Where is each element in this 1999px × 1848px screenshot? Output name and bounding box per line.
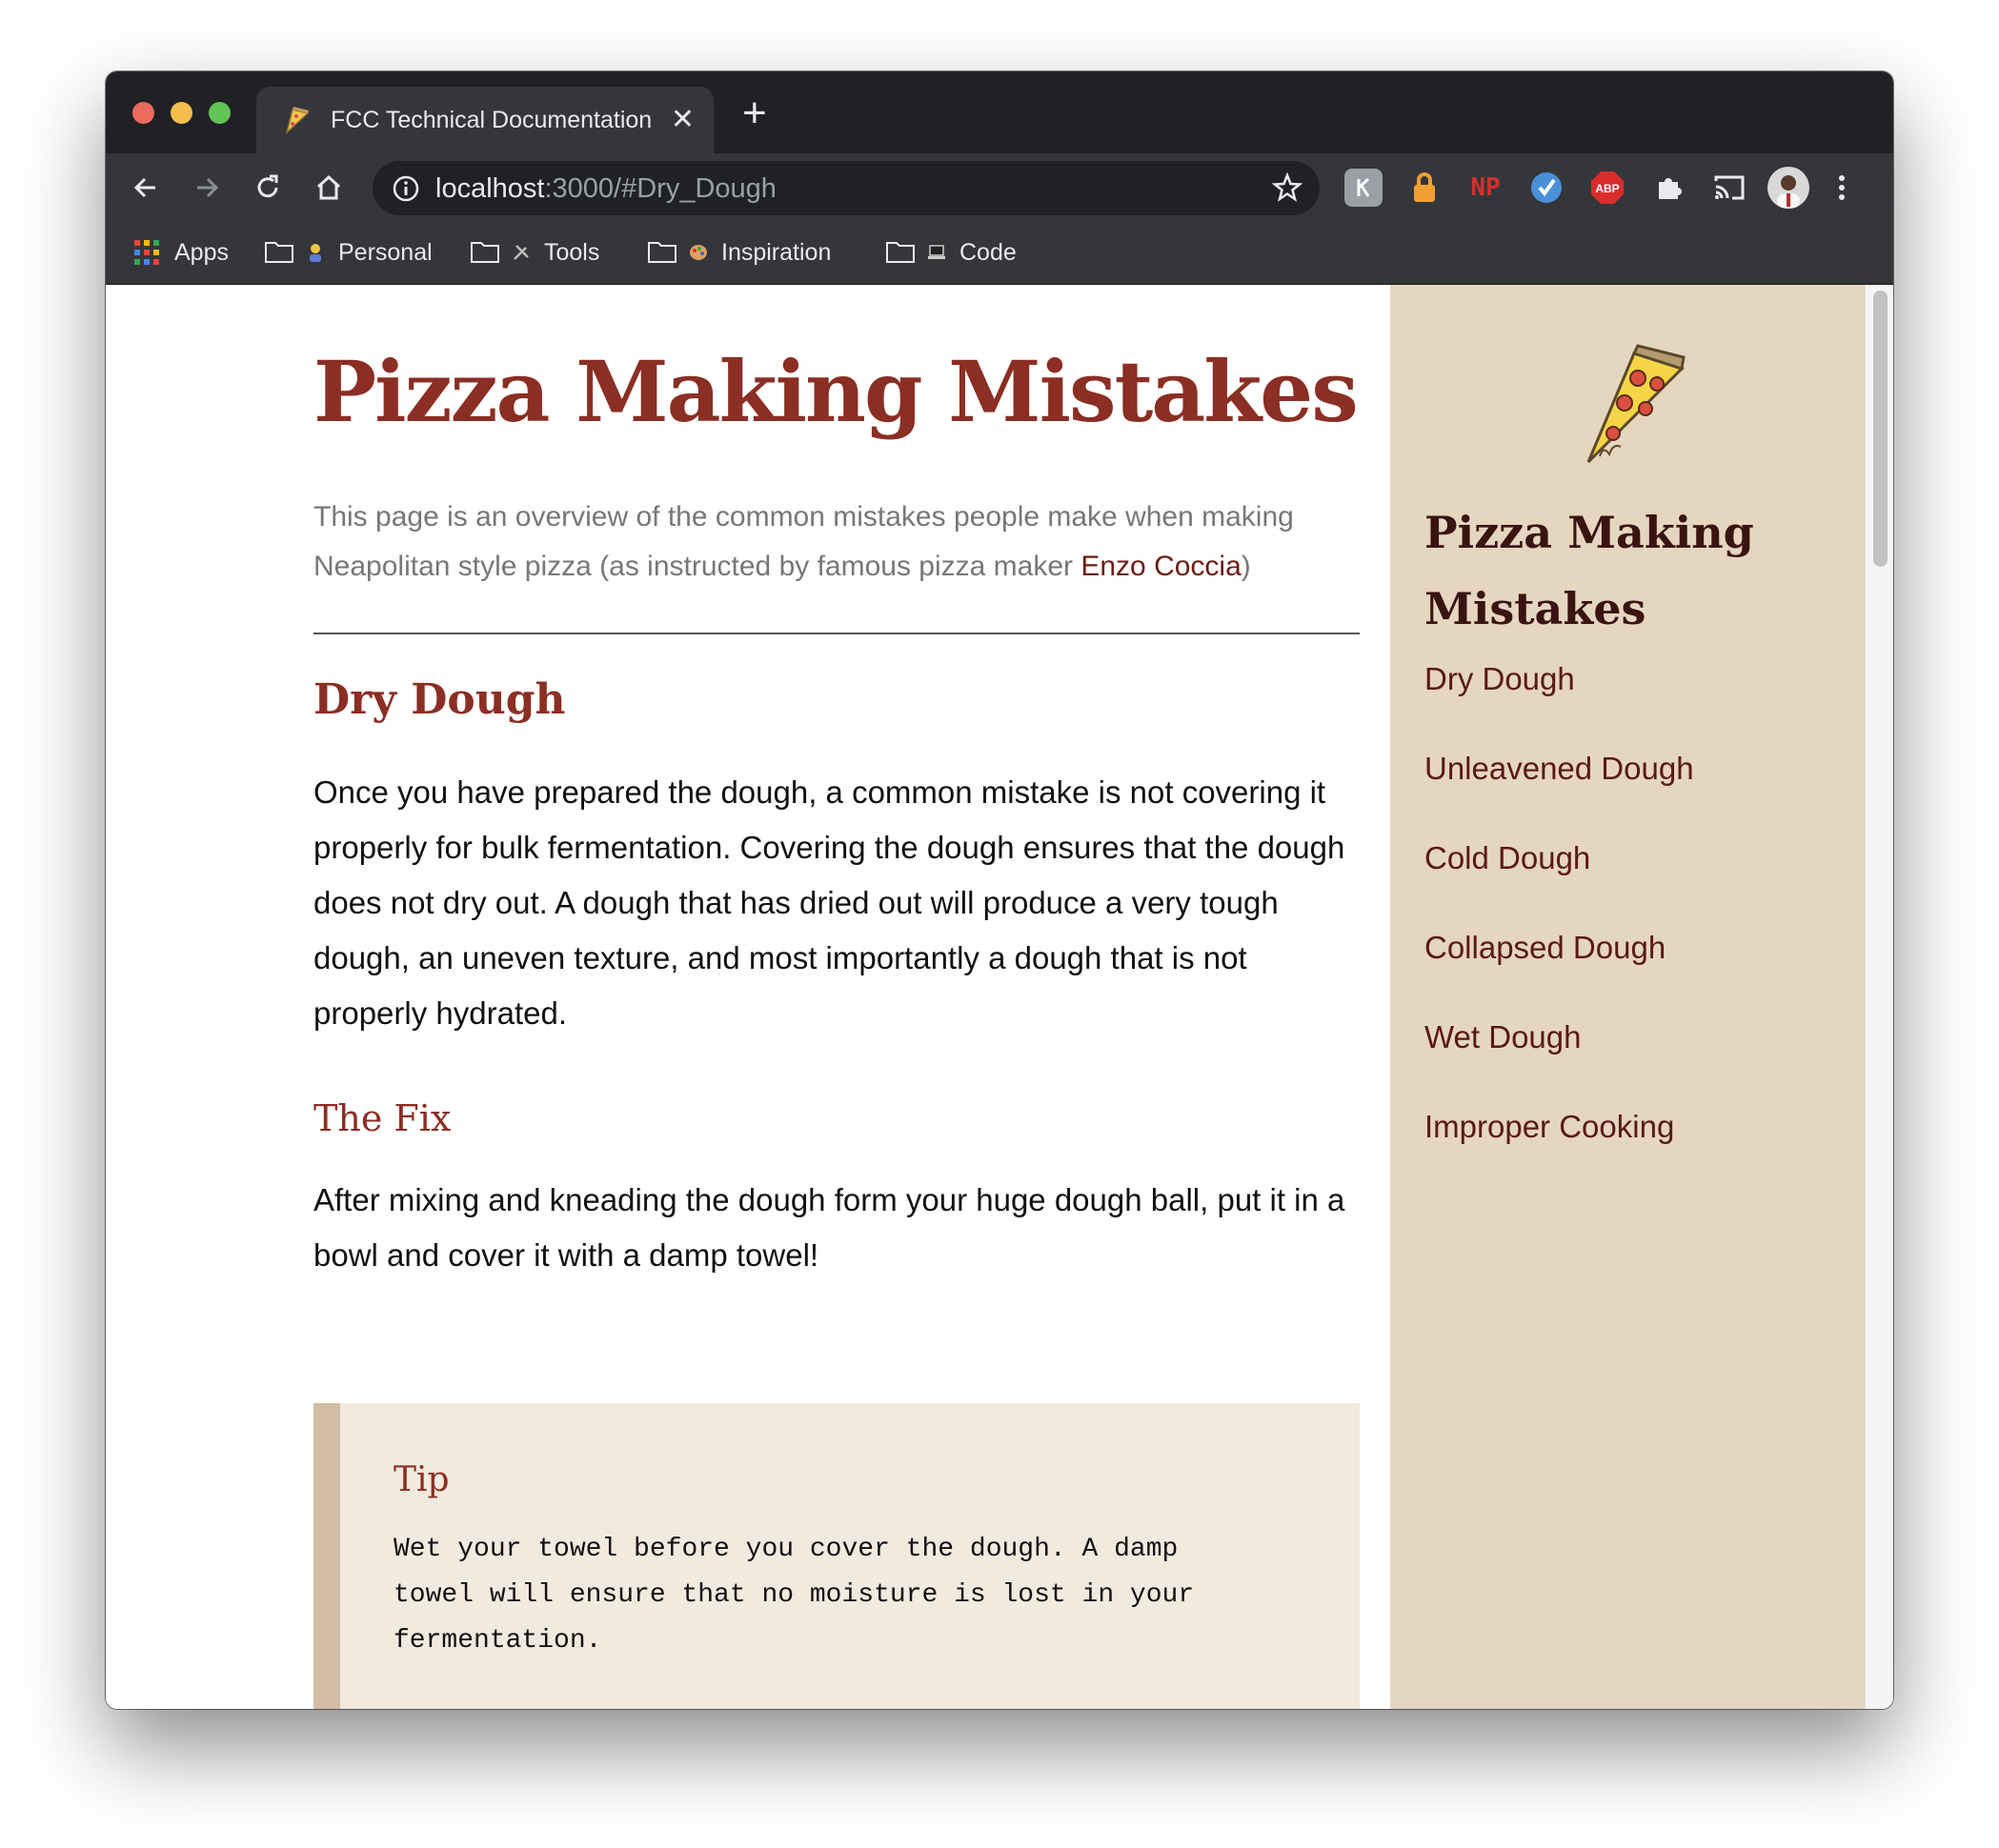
divider bbox=[313, 633, 1360, 634]
enzo-coccia-link[interactable]: Enzo Coccia bbox=[1080, 551, 1241, 582]
folder-icon bbox=[886, 242, 915, 263]
bookmark-apps-label: Apps bbox=[174, 238, 229, 266]
url-text[interactable]: localhost:3000/#Dry_Dough bbox=[435, 173, 777, 205]
folder-icon bbox=[471, 242, 499, 263]
tip-title: Tip bbox=[394, 1460, 450, 1499]
scrollbar-thumb[interactable] bbox=[1873, 291, 1888, 567]
folder-icon bbox=[648, 242, 676, 263]
intro-end: ) bbox=[1241, 551, 1251, 582]
tab-title: FCC Technical Documentation bbox=[331, 106, 653, 133]
forward-button[interactable] bbox=[186, 167, 228, 209]
palette-emoji-icon bbox=[690, 245, 707, 260]
url-host: localhost bbox=[435, 173, 545, 204]
section-title-dry-dough: Dry Dough bbox=[313, 675, 566, 724]
minimize-window-button[interactable] bbox=[171, 102, 192, 124]
pizza-favicon-icon bbox=[285, 107, 310, 135]
bookmark-tools-label: Tools bbox=[544, 238, 600, 266]
bookmark-folder-personal[interactable]: Personal bbox=[264, 233, 433, 271]
person-emoji-icon bbox=[310, 244, 321, 262]
close-window-button[interactable] bbox=[132, 102, 154, 124]
tab-close-icon[interactable]: ✕ bbox=[671, 104, 695, 136]
bookmark-code-label: Code bbox=[959, 238, 1017, 266]
nav-link-improper-cooking[interactable]: Improper Cooking bbox=[1424, 1106, 1694, 1195]
nav-link-wet-dough[interactable]: Wet Dough bbox=[1424, 1016, 1694, 1106]
forward-arrow-icon bbox=[197, 177, 219, 198]
keep-extension-icon[interactable] bbox=[1344, 169, 1383, 207]
folder-icon bbox=[265, 242, 293, 263]
bookmark-inspiration-label: Inspiration bbox=[721, 238, 832, 266]
page-scrollbar[interactable] bbox=[1865, 285, 1893, 1709]
nav-link-dry-dough[interactable]: Dry Dough bbox=[1424, 658, 1694, 748]
page-viewport: Pizza Making Mistakes This page is an ov… bbox=[106, 285, 1893, 1709]
pizza-slice-icon bbox=[1586, 344, 1686, 464]
browser-tab[interactable]: FCC Technical Documentation ✕ bbox=[256, 87, 714, 153]
section-paragraph: Once you have prepared the dough, a comm… bbox=[313, 774, 1345, 1031]
bookmarks-bar: Apps Personal Tools Inspiration Code bbox=[106, 222, 1893, 285]
new-tab-button[interactable]: + bbox=[742, 92, 767, 134]
np-extension-icon[interactable]: NP bbox=[1466, 169, 1504, 207]
page-title: Pizza Making Mistakes bbox=[313, 342, 1359, 441]
adblock-extension-icon[interactable]: ABP bbox=[1588, 169, 1626, 207]
sidebar-nav: Pizza Making Mistakes Dry Dough Unleaven… bbox=[1390, 285, 1865, 1709]
address-bar[interactable]: localhost:3000/#Dry_Dough bbox=[373, 161, 1320, 215]
back-button[interactable] bbox=[125, 167, 167, 209]
browser-menu-icon[interactable] bbox=[1832, 169, 1851, 207]
site-info-icon[interactable] bbox=[392, 174, 420, 203]
tip-text: Wet your towel before you cover the doug… bbox=[394, 1535, 1195, 1656]
maximize-window-button[interactable] bbox=[209, 102, 231, 124]
bookmark-folder-tools[interactable]: Tools bbox=[470, 233, 599, 271]
back-arrow-icon bbox=[133, 177, 155, 198]
browser-window: FCC Technical Documentation ✕ + localhos… bbox=[106, 71, 1893, 1709]
tip-callout: Tip Wet your towel before you cover the … bbox=[313, 1403, 1360, 1709]
intro-paragraph: This page is an overview of the common m… bbox=[313, 492, 1362, 592]
tracker-extension-icon[interactable] bbox=[1527, 169, 1565, 207]
abp-label: ABP bbox=[1595, 182, 1619, 195]
nav-link-cold-dough[interactable]: Cold Dough bbox=[1424, 837, 1694, 927]
nav-link-collapsed-dough[interactable]: Collapsed Dough bbox=[1424, 927, 1694, 1016]
tools-emoji-icon bbox=[514, 245, 529, 260]
bookmark-star-icon[interactable] bbox=[1272, 172, 1302, 203]
bookmark-folder-inspiration[interactable]: Inspiration bbox=[647, 233, 831, 271]
laptop-emoji-icon bbox=[928, 245, 945, 259]
home-icon bbox=[316, 174, 341, 200]
browser-toolbar: localhost:3000/#Dry_Dough NP ABP bbox=[106, 153, 1893, 222]
fix-title: The Fix bbox=[313, 1097, 452, 1139]
url-path: :3000/#Dry_Dough bbox=[544, 173, 777, 204]
cast-icon[interactable] bbox=[1710, 169, 1748, 207]
bookmark-apps[interactable]: Apps bbox=[134, 233, 229, 271]
profile-avatar[interactable] bbox=[1767, 167, 1809, 209]
bookmark-folder-code[interactable]: Code bbox=[885, 233, 1017, 271]
reload-icon bbox=[257, 174, 278, 198]
reload-button[interactable] bbox=[247, 167, 289, 209]
apps-grid-icon bbox=[134, 240, 159, 265]
sidebar-links: Dry Dough Unleavened Dough Cold Dough Co… bbox=[1424, 658, 1694, 1195]
tab-strip: FCC Technical Documentation ✕ + bbox=[106, 71, 1893, 153]
lock-extension-icon[interactable] bbox=[1405, 169, 1444, 207]
nav-link-unleavened-dough[interactable]: Unleavened Dough bbox=[1424, 748, 1694, 837]
bookmark-personal-label: Personal bbox=[338, 238, 433, 266]
fix-paragraph: After mixing and kneading the dough form… bbox=[313, 1182, 1345, 1273]
sidebar-title: Pizza Making Mistakes bbox=[1424, 507, 1754, 634]
home-button[interactable] bbox=[308, 167, 350, 209]
puzzle-extensions-icon[interactable] bbox=[1649, 169, 1687, 207]
